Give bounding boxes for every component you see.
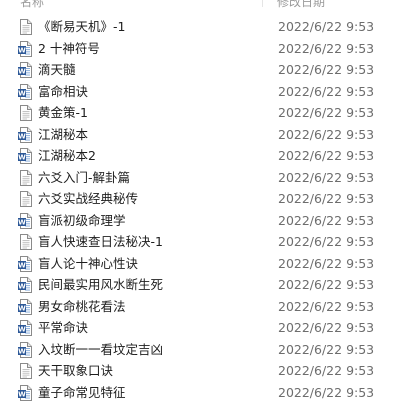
file-date: 2022/6/22 9:53 — [278, 384, 375, 400]
file-list: 《断易天机》-1 2022/6/22 9:53 W 2 十神符号 2022/6/22 9… — [0, 16, 394, 403]
word-document-icon: W — [18, 83, 32, 100]
text-document-icon — [20, 363, 32, 379]
file-row[interactable]: W 平常命诀 2022/6/22 9:53 — [0, 317, 394, 339]
file-date: 2022/6/22 9:53 — [278, 234, 375, 249]
file-row[interactable]: W 滴天髓 2022/6/22 9:53 — [0, 59, 394, 81]
file-date: 2022/6/22 9:53 — [278, 212, 375, 228]
file-name: 天干取象口诀 — [38, 363, 114, 378]
file-name: 六爻实战经典秘传 — [38, 191, 139, 206]
column-header: 名称 修改日期 — [0, 0, 394, 10]
word-document-icon: W — [18, 212, 32, 229]
svg-text:W: W — [18, 132, 26, 140]
file-date: 2022/6/22 9:53 — [278, 277, 375, 292]
text-document-icon — [20, 169, 32, 186]
file-date: 2022/6/22 9:53 — [278, 40, 375, 56]
file-date: 2022/6/22 9:53 — [278, 169, 375, 185]
word-document-icon: W — [18, 320, 32, 336]
file-date: 2022/6/22 9:53 — [278, 19, 375, 34]
file-name: 平常命诀 — [38, 320, 89, 335]
file-row[interactable]: W 男女命桃花看法 2022/6/22 9:53 — [0, 296, 394, 318]
svg-text:W: W — [18, 154, 26, 162]
file-row[interactable]: W 童子命常见特征 2022/6/22 9:53 — [0, 382, 394, 404]
word-document-icon: W — [18, 62, 32, 78]
text-document-icon — [20, 191, 32, 207]
file-date: 2022/6/22 9:53 — [278, 62, 375, 77]
file-row[interactable]: 六爻入门-解卦篇 2022/6/22 9:53 — [0, 167, 394, 189]
svg-text:W: W — [18, 68, 26, 76]
file-date: 2022/6/22 9:53 — [278, 83, 375, 99]
file-name: 六爻入门-解卦篇 — [38, 169, 131, 185]
file-name: 黄金策-1 — [38, 105, 88, 120]
file-name: 滴天髓 — [38, 62, 76, 77]
file-row[interactable]: W 入坟断一一看坟定吉凶 2022/6/22 9:53 — [0, 339, 394, 361]
word-document-icon: W — [18, 384, 32, 401]
svg-text:W: W — [18, 261, 26, 269]
column-header-name[interactable]: 名称 — [20, 0, 44, 10]
file-name: 童子命常见特征 — [38, 384, 126, 400]
word-document-icon: W — [18, 255, 32, 272]
file-name: 江湖秘本 — [38, 126, 89, 142]
svg-text:W: W — [18, 326, 26, 334]
file-date: 2022/6/22 9:53 — [278, 320, 375, 335]
file-row[interactable]: W 盲派初级命理学 2022/6/22 9:53 — [0, 210, 394, 232]
file-name: 盲派初级命理学 — [38, 212, 126, 228]
word-document-icon: W — [18, 148, 32, 164]
file-date: 2022/6/22 9:53 — [278, 105, 375, 120]
file-row[interactable]: 黄金策-1 2022/6/22 9:53 — [0, 102, 394, 124]
file-row[interactable]: W 民间最实用风水断生死 2022/6/22 9:53 — [0, 274, 394, 296]
svg-text:W: W — [18, 390, 26, 398]
file-row[interactable]: W 富命相诀 2022/6/22 9:53 — [0, 81, 394, 103]
column-divider[interactable] — [262, 0, 263, 7]
file-name: 入坟断一一看坟定吉凶 — [38, 341, 164, 357]
file-date: 2022/6/22 9:53 — [278, 191, 375, 206]
file-explorer-window: 名称 修改日期 《断易天机》-1 2022/6/22 9:53 W 2 十神符号 202… — [0, 0, 394, 412]
file-name: 《断易天机》-1 — [38, 19, 126, 34]
file-date: 2022/6/22 9:53 — [278, 148, 375, 163]
svg-text:W: W — [18, 304, 26, 312]
file-name: 江湖秘本2 — [38, 148, 96, 163]
column-header-date[interactable]: 修改日期 — [277, 0, 325, 10]
word-document-icon: W — [18, 298, 32, 315]
text-document-icon — [20, 105, 32, 121]
text-document-icon — [20, 234, 32, 250]
word-document-icon: W — [18, 40, 32, 57]
file-date: 2022/6/22 9:53 — [278, 298, 375, 314]
svg-text:W: W — [18, 218, 26, 226]
file-row[interactable]: W 2 十神符号 2022/6/22 9:53 — [0, 38, 394, 60]
file-row[interactable]: W 江湖秘本2 2022/6/22 9:53 — [0, 145, 394, 167]
svg-text:W: W — [18, 89, 26, 97]
file-name: 盲人论十神心性诀 — [38, 255, 139, 271]
file-date: 2022/6/22 9:53 — [278, 255, 375, 271]
file-date: 2022/6/22 9:53 — [278, 363, 375, 378]
file-name: 民间最实用风水断生死 — [38, 277, 164, 292]
word-document-icon: W — [18, 341, 32, 358]
file-row[interactable]: 盲人快速查日法秘决-1 2022/6/22 9:53 — [0, 231, 394, 253]
text-document-icon — [20, 19, 32, 35]
svg-text:W: W — [18, 283, 26, 291]
file-name: 盲人快速查日法秘决-1 — [38, 234, 163, 249]
file-name: 男女命桃花看法 — [38, 298, 126, 314]
file-row[interactable]: W 江湖秘本 2022/6/22 9:53 — [0, 124, 394, 146]
svg-text:W: W — [18, 46, 26, 54]
file-row[interactable]: 《断易天机》-1 2022/6/22 9:53 — [0, 16, 394, 38]
file-date: 2022/6/22 9:53 — [278, 341, 375, 357]
svg-text:W: W — [18, 347, 26, 355]
word-document-icon: W — [18, 277, 32, 293]
file-row[interactable]: 六爻实战经典秘传 2022/6/22 9:53 — [0, 188, 394, 210]
word-document-icon: W — [18, 126, 32, 143]
file-row[interactable]: 天干取象口诀 2022/6/22 9:53 — [0, 360, 394, 382]
file-row[interactable]: W 盲人论十神心性诀 2022/6/22 9:53 — [0, 253, 394, 275]
file-name: 富命相诀 — [38, 83, 89, 99]
file-date: 2022/6/22 9:53 — [278, 126, 375, 142]
file-name: 2 十神符号 — [38, 40, 100, 56]
